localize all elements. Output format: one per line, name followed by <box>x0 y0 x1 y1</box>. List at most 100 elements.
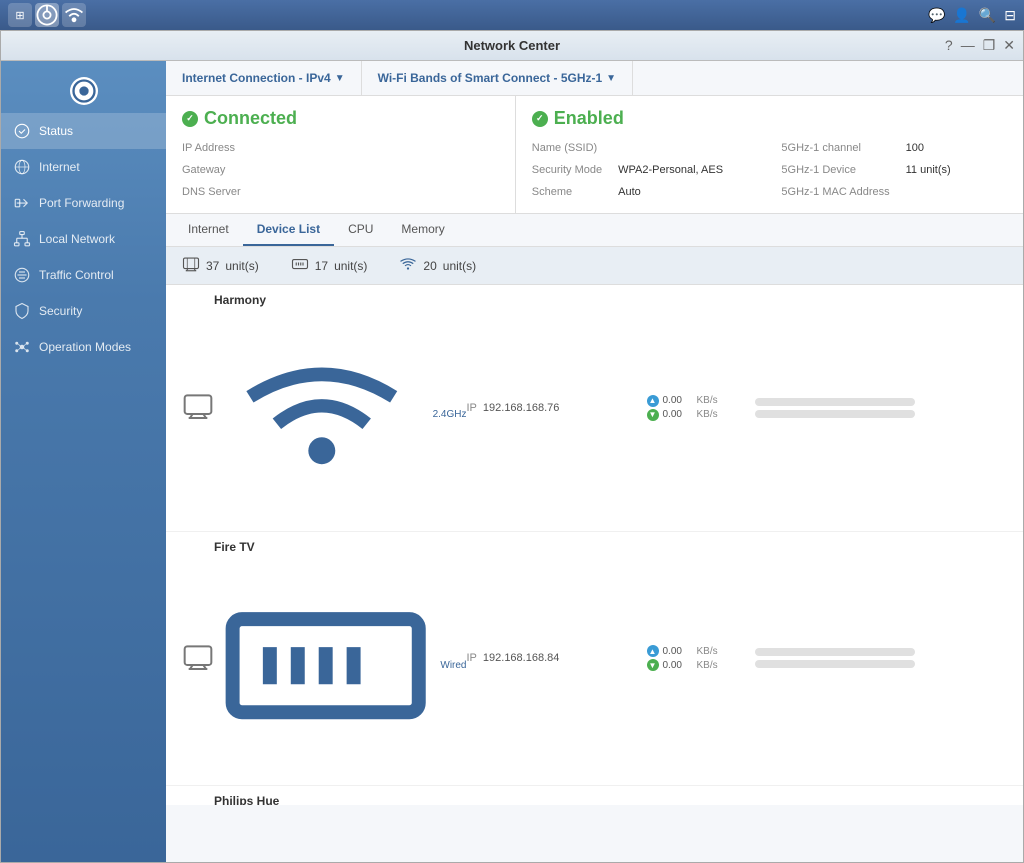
device-icon <box>182 390 214 425</box>
wired-devices-icon <box>291 255 309 276</box>
sidebar-logo <box>1 69 166 113</box>
mac-val <box>906 183 1007 201</box>
total-unit: unit(s) <box>225 259 258 273</box>
upload-unit: KB/s <box>697 646 718 657</box>
download-unit: KB/s <box>697 660 718 671</box>
ip-address-val <box>257 139 499 157</box>
window-titlebar: Network Center ? — ❐ ✕ <box>1 31 1023 61</box>
tab-device-list[interactable]: Device List <box>243 214 334 246</box>
wireless-unit: unit(s) <box>443 259 476 273</box>
upload-speed: 0.00 <box>663 395 693 406</box>
sidebar-item-status[interactable]: Status <box>1 113 166 149</box>
device-icon <box>182 641 214 676</box>
section-headers: Internet Connection - IPv4 ▼ Wi-Fi Bands… <box>166 61 1023 96</box>
tab-memory[interactable]: Memory <box>387 214 458 246</box>
tab-internet[interactable]: Internet <box>174 214 243 246</box>
internet-connection-header[interactable]: Internet Connection - IPv4 ▼ <box>166 61 362 95</box>
device-name: Fire TV <box>214 540 467 554</box>
wireless-count: 20 <box>423 259 436 273</box>
sidebar-item-traffic-control[interactable]: Traffic Control <box>1 257 166 293</box>
mac-key: 5GHz-1 MAC Address <box>781 183 889 201</box>
status-section: Connected IP Address Gateway DNS Server <box>166 96 1023 214</box>
tabs-bar: Internet Device List CPU Memory <box>166 214 1023 247</box>
download-bar <box>755 410 915 418</box>
device-key: 5GHz-1 Device <box>781 161 889 179</box>
device-row[interactable]: Harmony 2.4GHz IP 192.168.168.76 ▲ 0.00 … <box>166 285 1023 532</box>
scheme-val: Auto <box>618 183 757 201</box>
device-connection-label: 2.4GHz <box>433 409 467 420</box>
app-network-icon[interactable] <box>35 3 59 27</box>
wifi-status-title: Enabled <box>532 108 1007 129</box>
modes-icon <box>13 338 31 356</box>
wired-unit: unit(s) <box>334 259 367 273</box>
connection-status-dot <box>182 111 198 127</box>
device-connection: 2.4GHz <box>214 307 467 523</box>
ip-label: IP <box>467 652 477 664</box>
download-speed: 0.00 <box>663 409 693 420</box>
sidebar-security-label: Security <box>39 304 82 318</box>
titlebar-right: 💬 👤 🔍 ⊟ <box>928 7 1016 24</box>
total-devices-stat: 37 unit(s) <box>182 255 291 276</box>
window: Network Center ? — ❐ ✕ Status <box>0 30 1024 863</box>
search-icon[interactable]: 🔍 <box>979 7 996 24</box>
speed-bar-area <box>747 398 1008 418</box>
user-icon[interactable]: 👤 <box>953 7 970 24</box>
sidebar-item-port-forwarding[interactable]: Port Forwarding <box>1 185 166 221</box>
app-switcher: ⊞ <box>8 3 86 27</box>
device-name: Harmony <box>214 293 467 307</box>
dns-server-key: DNS Server <box>182 183 241 201</box>
wifi-status-dot <box>532 111 548 127</box>
ssid-key: Name (SSID) <box>532 139 602 157</box>
shield-icon <box>13 302 31 320</box>
app-grid-icon[interactable]: ⊞ <box>8 3 32 27</box>
sidebar-item-operation-modes[interactable]: Operation Modes <box>1 329 166 365</box>
app-wifi-icon[interactable] <box>62 3 86 27</box>
device-row[interactable]: Philips Hue Wired IP 192.168.168.75 ▲ 0.… <box>166 786 1023 805</box>
internet-chevron-icon: ▼ <box>335 73 345 84</box>
sidebar-port-label: Port Forwarding <box>39 196 124 210</box>
traffic-icon <box>13 266 31 284</box>
minimize-button[interactable]: — <box>961 37 975 54</box>
upload-unit: KB/s <box>697 395 718 406</box>
local-network-icon <box>13 230 31 248</box>
device-row[interactable]: Fire TV Wired IP 192.168.168.84 ▲ 0.00 K… <box>166 532 1023 786</box>
internet-connection-label: Internet Connection - IPv4 <box>182 71 331 85</box>
sidebar-item-local-network[interactable]: Local Network <box>1 221 166 257</box>
sidebar: Status Internet Port Forwarding Local Ne… <box>1 61 166 862</box>
ssid-val <box>618 139 757 157</box>
security-mode-key: Security Mode <box>532 161 602 179</box>
globe-icon <box>13 158 31 176</box>
channel-key: 5GHz-1 channel <box>781 139 889 157</box>
speed-bar-area <box>747 648 1008 668</box>
upload-arrow-icon: ▲ <box>647 645 659 657</box>
device-connection-label: Wired <box>440 660 466 671</box>
wifi-status-label: Enabled <box>554 108 624 129</box>
speed-down-row: ▼ 0.00 KB/s <box>647 659 747 671</box>
gateway-val <box>257 161 499 179</box>
connection-status-panel: Connected IP Address Gateway DNS Server <box>166 96 516 213</box>
connection-status-label: Connected <box>204 108 297 129</box>
tab-cpu[interactable]: CPU <box>334 214 387 246</box>
notifications-icon[interactable]: 💬 <box>928 7 945 24</box>
download-arrow-icon: ▼ <box>647 409 659 421</box>
wired-devices-stat: 17 unit(s) <box>291 255 400 276</box>
device-speed: ▲ 0.00 KB/s ▼ 0.00 KB/s <box>647 645 747 671</box>
sidebar-item-internet[interactable]: Internet <box>1 149 166 185</box>
device-ip-section: IP 192.168.168.84 <box>467 652 647 664</box>
logo-icon <box>70 77 98 105</box>
sidebar-internet-label: Internet <box>39 160 80 174</box>
sidebar-item-security[interactable]: Security <box>1 293 166 329</box>
channel-val: 100 <box>906 139 1007 157</box>
device-info: Philips Hue Wired <box>214 794 467 805</box>
wifi-bands-header[interactable]: Wi-Fi Bands of Smart Connect - 5GHz-1 ▼ <box>362 61 633 95</box>
maximize-button[interactable]: ❐ <box>983 37 996 54</box>
download-speed: 0.00 <box>663 660 693 671</box>
help-button[interactable]: ? <box>945 37 953 54</box>
scheme-key: Scheme <box>532 183 602 201</box>
windows-icon[interactable]: ⊟ <box>1004 7 1016 24</box>
download-arrow-icon: ▼ <box>647 659 659 671</box>
close-button[interactable]: ✕ <box>1003 37 1015 54</box>
device-name: Philips Hue <box>214 794 467 805</box>
sidebar-local-label: Local Network <box>39 232 115 246</box>
titlebar: ⊞ 💬 👤 🔍 ⊟ <box>0 0 1024 30</box>
